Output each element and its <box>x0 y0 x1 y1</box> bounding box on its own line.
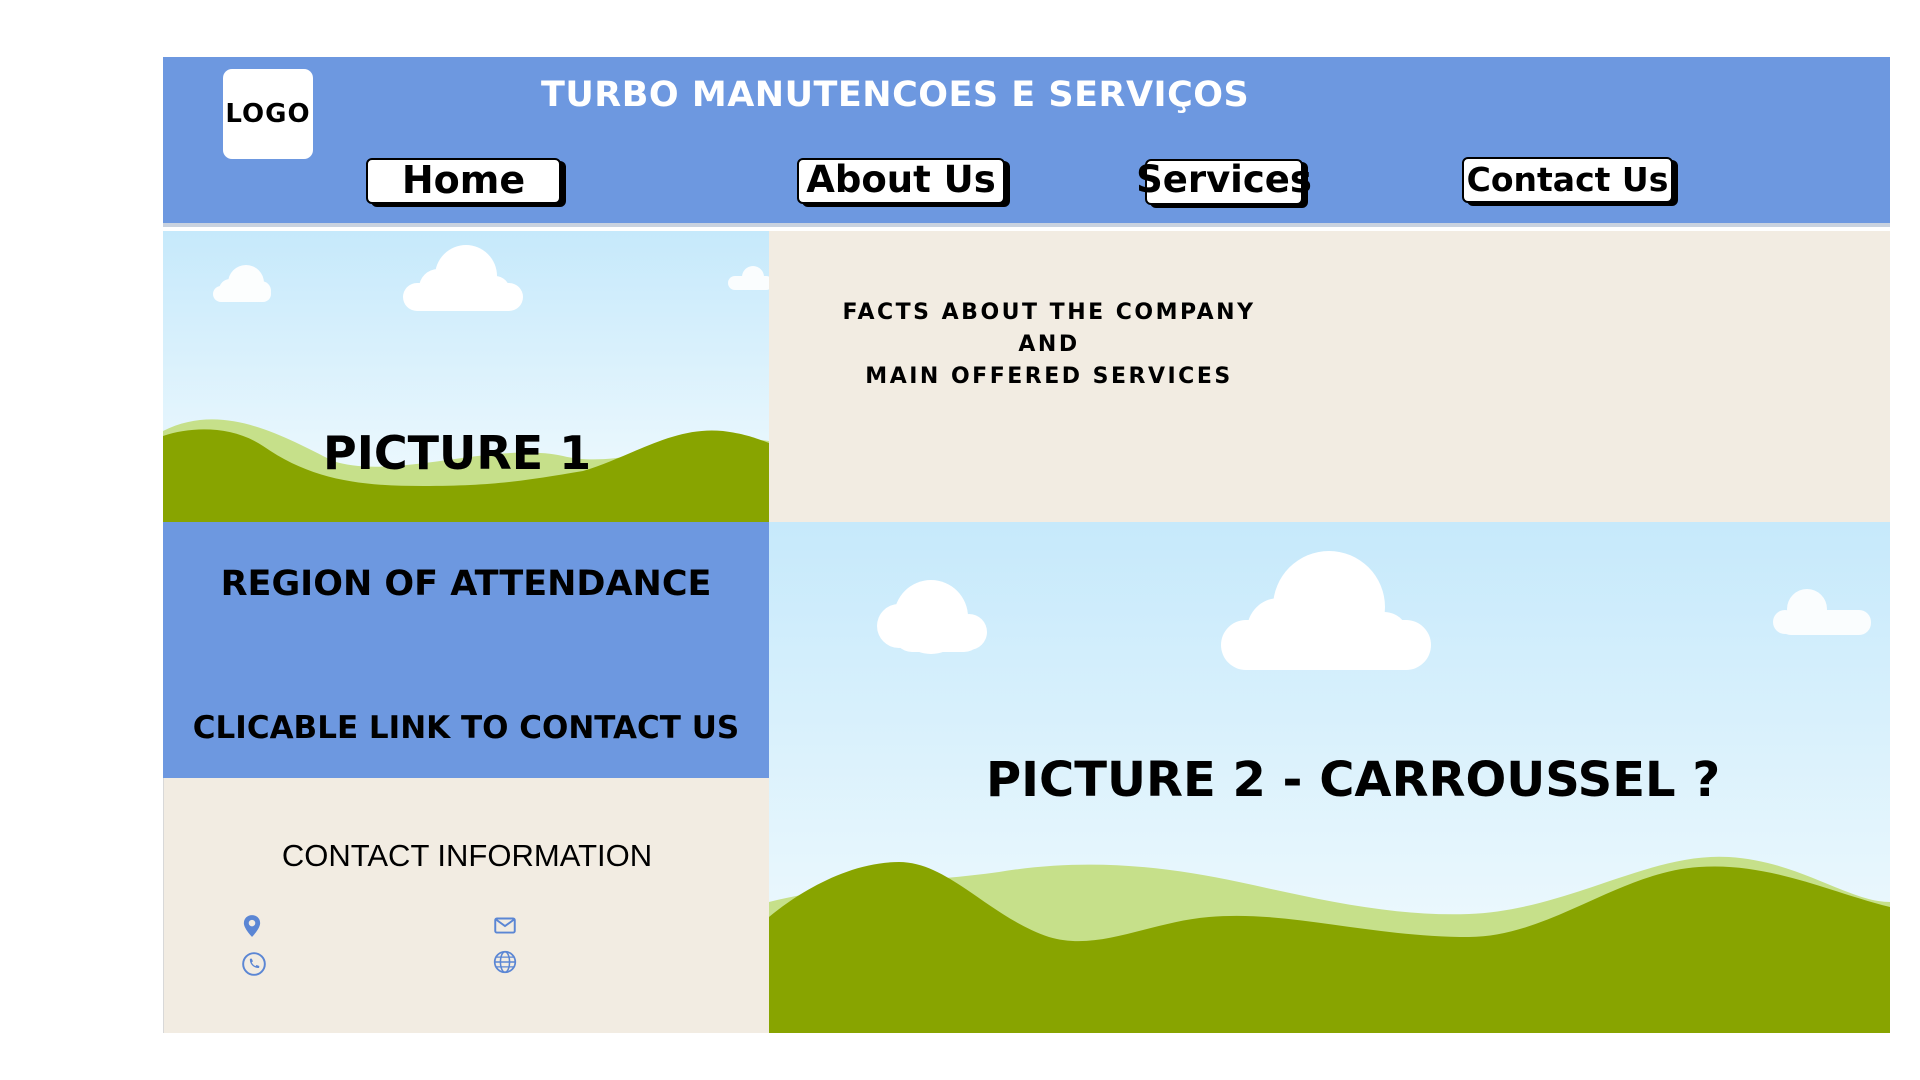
contact-us-link[interactable]: CLICABLE LINK TO CONTACT US <box>163 710 769 746</box>
location-icon[interactable] <box>239 913 265 939</box>
page-frame: LOGO TURBO MANUTENCOES E SERVIÇOS Home A… <box>163 57 1890 1033</box>
picture-1-label: PICTURE 1 <box>323 426 592 480</box>
picture-2-carousel-placeholder[interactable]: PICTURE 2 - CARROUSSEL ? <box>769 522 1890 1033</box>
company-facts-panel: FACTS ABOUT THE COMPANY AND MAIN OFFERED… <box>769 231 1890 522</box>
nav-about-button[interactable]: About Us <box>797 158 1005 204</box>
contact-information-panel: CONTACT INFORMATION <box>163 778 769 1033</box>
region-panel: REGION OF ATTENDANCE CLICABLE LINK TO CO… <box>163 522 769 778</box>
facts-line-1: FACTS ABOUT THE COMPANY AND <box>842 300 1256 357</box>
picture-1-placeholder: PICTURE 1 <box>163 231 769 522</box>
contact-information-title: CONTACT INFORMATION <box>281 838 653 873</box>
nav-contact-button[interactable]: Contact Us <box>1462 157 1673 203</box>
nav-home-button[interactable]: Home <box>366 158 561 204</box>
site-title: TURBO MANUTENCOES E SERVIÇOS <box>541 75 1250 115</box>
nav-services-button[interactable]: Services <box>1136 158 1312 205</box>
facts-line-2: MAIN OFFERED SERVICES <box>865 364 1233 389</box>
region-title: REGION OF ATTENDANCE <box>220 564 712 604</box>
site-header: LOGO TURBO MANUTENCOES E SERVIÇOS Home A… <box>163 57 1890 227</box>
mail-icon[interactable] <box>492 912 518 938</box>
globe-icon[interactable] <box>492 949 518 975</box>
picture-2-label: PICTURE 2 - CARROUSSEL ? <box>986 752 1721 808</box>
phone-icon[interactable] <box>241 951 267 977</box>
logo[interactable]: LOGO <box>223 69 313 159</box>
facts-text: FACTS ABOUT THE COMPANY AND MAIN OFFERED… <box>819 297 1279 393</box>
